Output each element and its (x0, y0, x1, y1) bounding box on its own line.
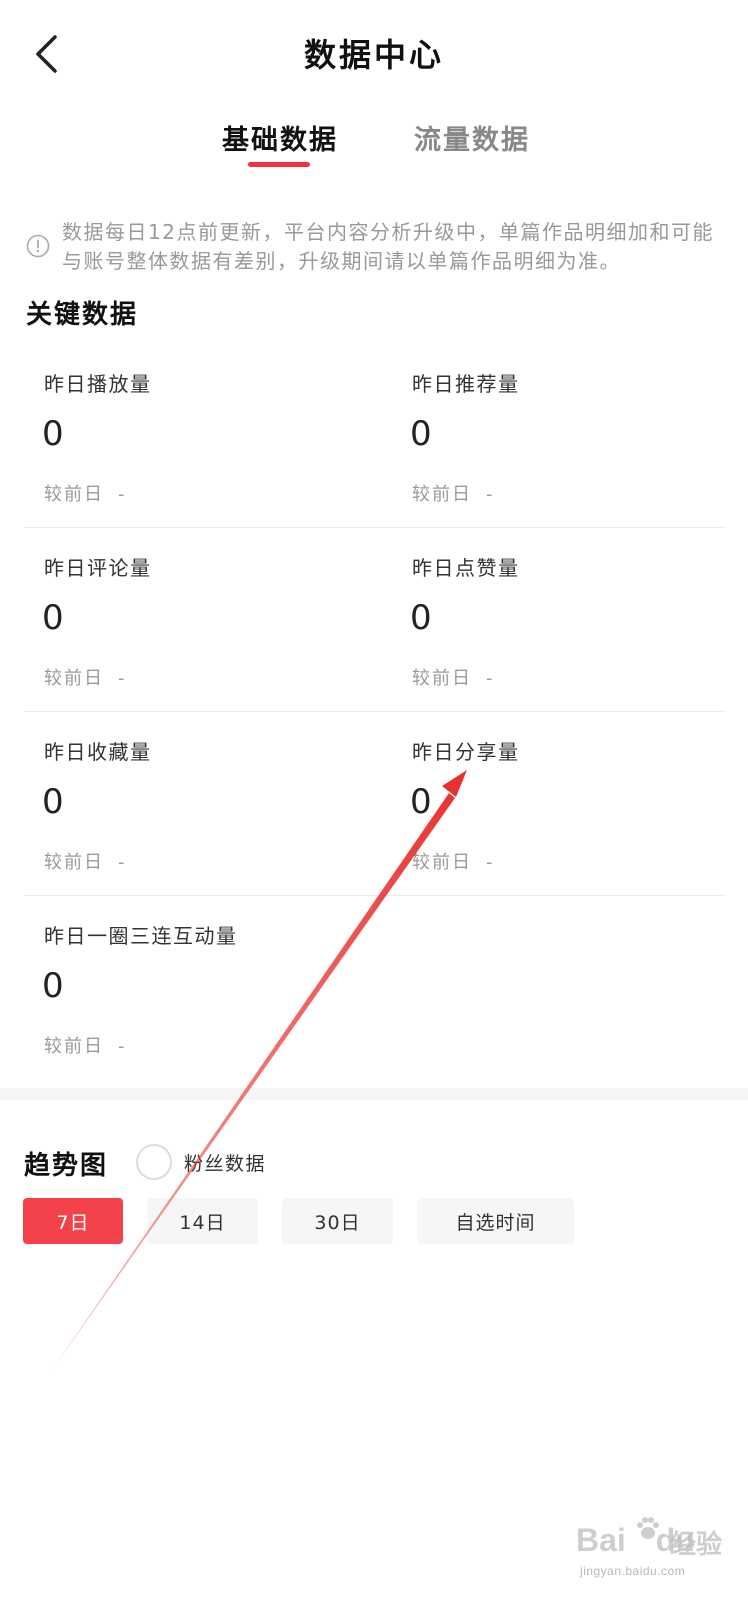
metric-compare: 较前日 - (412, 480, 495, 506)
baidu-jingyan-watermark: Bai du 经验 jingyan.baidu.com (576, 1516, 736, 1586)
compare-change: - (486, 668, 495, 689)
metric-play-count: 昨日播放量 0 较前日 - (42, 344, 384, 528)
top-nav-bar: 数据中心 (0, 0, 748, 110)
metric-compare: 较前日 - (412, 664, 495, 690)
metric-compare: 较前日 - (44, 664, 127, 690)
metric-label: 昨日播放量 (44, 372, 152, 396)
notice-text: 数据每日12点前更新，平台内容分析升级中，单篇作品明细加和可能与账号整体数据有差… (62, 220, 714, 273)
metric-triple-interaction-count: 昨日一圈三连互动量 0 较前日 - (42, 896, 384, 1080)
active-tab-indicator (248, 162, 310, 167)
metric-favorite-count: 昨日收藏量 0 较前日 - (42, 712, 384, 896)
metric-label: 昨日分享量 (412, 740, 520, 764)
metric-value: 0 (410, 414, 432, 454)
compare-change: - (118, 484, 127, 505)
metric-value: 0 (410, 598, 432, 638)
range-14d-button[interactable]: 14日 (147, 1198, 258, 1244)
fans-data-label: 粉丝数据 (184, 1152, 267, 1175)
metric-row: 昨日播放量 0 较前日 - 昨日推荐量 0 较前日 - (24, 344, 726, 528)
metric-value: 0 (42, 966, 64, 1006)
radio-circle-icon[interactable] (136, 1144, 172, 1180)
metric-comment-count: 昨日评论量 0 较前日 - (42, 528, 384, 712)
tab-basic-data[interactable]: 基础数据 (222, 118, 338, 157)
page-title: 数据中心 (303, 36, 444, 74)
watermark-cn: 经验 (670, 1530, 723, 1560)
compare-label: 较前日 (44, 1036, 104, 1057)
compare-label: 较前日 (44, 668, 104, 689)
section-divider (0, 1088, 748, 1100)
compare-change: - (486, 484, 495, 505)
metric-share-count: 昨日分享量 0 较前日 - (410, 712, 748, 896)
metric-label: 昨日推荐量 (412, 372, 520, 396)
tab-bar: 基础数据 流量数据 (0, 118, 748, 178)
info-icon (26, 234, 50, 258)
paw-icon (637, 1517, 659, 1539)
compare-label: 较前日 (44, 484, 104, 505)
compare-change: - (486, 852, 495, 873)
range-custom-button[interactable]: 自选时间 (417, 1198, 574, 1244)
compare-label: 较前日 (412, 668, 472, 689)
metric-label: 昨日点赞量 (412, 556, 520, 580)
metric-value: 0 (410, 782, 432, 822)
metric-recommend-count: 昨日推荐量 0 较前日 - (410, 344, 748, 528)
metric-label: 昨日评论量 (44, 556, 152, 580)
metric-row: 昨日收藏量 0 较前日 - 昨日分享量 0 较前日 - (24, 712, 726, 896)
update-notice: 数据每日12点前更新，平台内容分析升级中，单篇作品明细加和可能与账号整体数据有差… (26, 218, 726, 276)
metric-compare: 较前日 - (412, 848, 495, 874)
trend-title: 趋势图 (24, 1151, 109, 1181)
range-7d-button[interactable]: 7日 (23, 1198, 123, 1244)
metric-value: 0 (42, 782, 64, 822)
compare-change: - (118, 852, 127, 873)
metric-like-count: 昨日点赞量 0 较前日 - (410, 528, 748, 712)
range-30d-button[interactable]: 30日 (282, 1198, 393, 1244)
fans-data-toggle[interactable]: 粉丝数据 (136, 1144, 266, 1180)
key-data-title: 关键数据 (26, 300, 139, 330)
metric-compare: 较前日 - (44, 848, 127, 874)
compare-change: - (118, 1036, 127, 1057)
metric-compare: 较前日 - (44, 480, 127, 506)
metric-value: 0 (42, 414, 64, 454)
key-data-grid: 昨日播放量 0 较前日 - 昨日推荐量 0 较前日 - 昨日评论量 0 较前日 - 昨… (24, 344, 726, 1080)
compare-label: 较前日 (412, 852, 472, 873)
compare-change: - (118, 668, 127, 689)
watermark-url: jingyan.baidu.com (580, 1564, 686, 1578)
metric-compare: 较前日 - (44, 1032, 127, 1058)
metric-row: 昨日评论量 0 较前日 - 昨日点赞量 0 较前日 - (24, 528, 726, 712)
metric-label: 昨日收藏量 (44, 740, 152, 764)
tab-traffic-data[interactable]: 流量数据 (414, 118, 530, 157)
compare-label: 较前日 (44, 852, 104, 873)
metric-row: 昨日一圈三连互动量 0 较前日 - (24, 896, 726, 1080)
compare-label: 较前日 (412, 484, 472, 505)
metric-value: 0 (42, 598, 64, 638)
metric-label: 昨日一圈三连互动量 (44, 924, 238, 948)
